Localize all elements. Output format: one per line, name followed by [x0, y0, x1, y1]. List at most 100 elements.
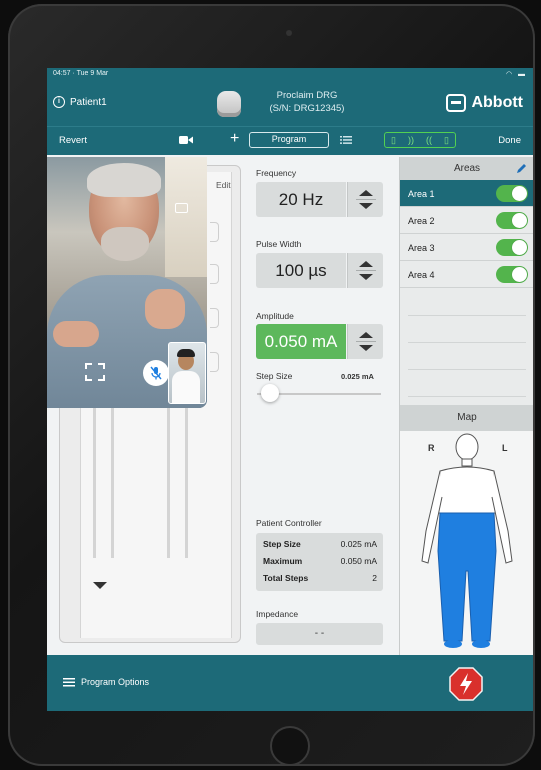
increase-arrow-icon[interactable]	[359, 261, 373, 267]
device-icon	[217, 91, 241, 117]
program-button[interactable]: Program	[249, 132, 329, 148]
row-value: 0.050 mA	[340, 556, 377, 566]
program-options-button[interactable]: Program Options	[63, 677, 149, 687]
table-row: Total Steps 2	[263, 573, 377, 587]
tablet-frame: 04:57 · Tue 9 Mar ◠ ▬ i Patient1 Proclai…	[8, 4, 535, 766]
stepper-divider	[356, 341, 376, 342]
decrease-arrow-icon[interactable]	[359, 203, 373, 209]
increase-arrow-icon[interactable]	[359, 332, 373, 338]
step-size-value: 0.025 mA	[341, 372, 374, 381]
fullscreen-icon[interactable]	[85, 363, 105, 381]
areas-panel: Areas Area 1 Area 2 Area 3 Area 4 Map R …	[399, 157, 533, 655]
done-button[interactable]: Done	[498, 135, 521, 146]
lead-contact[interactable]	[210, 308, 219, 328]
stop-stimulation-icon[interactable]	[449, 667, 483, 701]
area-row-3[interactable]: Area 3	[400, 234, 533, 261]
edit-button[interactable]: Edit	[216, 180, 231, 190]
list-icon[interactable]	[340, 136, 352, 144]
amplitude-value[interactable]: 0.050 mA	[256, 324, 346, 359]
pulse-width-value[interactable]: 100 µs	[256, 253, 346, 288]
area-toggle[interactable]	[496, 239, 528, 256]
frequency-value[interactable]: 20 Hz	[256, 182, 346, 217]
device-name: Proclaim DRG	[276, 90, 338, 101]
areas-title: Areas	[453, 163, 481, 174]
switch-camera-icon[interactable]	[175, 203, 188, 213]
list-icon	[63, 677, 75, 686]
area-label: Area 2	[408, 216, 435, 226]
area-label: Area 4	[408, 270, 435, 280]
lead-wire	[185, 408, 188, 558]
brand-name: Abbott	[471, 94, 523, 111]
row-key: Maximum	[263, 556, 303, 566]
lead-contact[interactable]	[210, 222, 219, 242]
patient-info-button[interactable]: i Patient1	[53, 96, 107, 108]
status-bar: 04:57 · Tue 9 Mar ◠ ▬	[47, 68, 533, 81]
add-program-icon[interactable]: +	[230, 130, 239, 148]
front-camera	[286, 30, 292, 36]
stepper-divider	[356, 270, 376, 271]
status-icon: ▯	[444, 134, 449, 145]
pencil-edit-icon[interactable]	[516, 162, 528, 174]
increase-arrow-icon[interactable]	[359, 190, 373, 196]
map-header: Map	[400, 405, 533, 431]
impedance-label: Impedance	[256, 609, 299, 619]
status-time: 04:57 · Tue 9 Mar	[53, 70, 109, 77]
area-row-4[interactable]: Area 4	[400, 261, 533, 288]
frequency-label: Frequency	[256, 168, 297, 178]
empty-row-divider	[408, 396, 526, 397]
wifi-battery-icon: ◠ ▬	[505, 71, 527, 78]
row-value: 2	[372, 573, 377, 583]
body-outline-icon	[421, 433, 513, 648]
amplitude-stepper[interactable]	[347, 324, 383, 359]
info-icon: i	[53, 96, 65, 108]
area-row-2[interactable]: Area 2	[400, 207, 533, 234]
area-row-1[interactable]: Area 1	[400, 180, 533, 207]
lead-contact[interactable]	[210, 352, 219, 372]
brand-logo: Abbott	[446, 94, 523, 112]
app-header: i Patient1 Proclaim DRG (S/N: DRG12345) …	[47, 81, 533, 126]
row-value: 0.025 mA	[340, 539, 377, 549]
decrease-arrow-icon[interactable]	[359, 274, 373, 280]
pulse-width-stepper[interactable]	[347, 253, 383, 288]
lead-wire	[93, 408, 96, 558]
toolbar: Revert + Program ▯ )) (( ▯ Done	[47, 126, 533, 155]
connection-status-group[interactable]: ▯ )) (( ▯	[384, 132, 456, 148]
wireless-icon: ((	[425, 135, 432, 145]
home-button[interactable]	[270, 726, 310, 766]
app-screen: 04:57 · Tue 9 Mar ◠ ▬ i Patient1 Proclai…	[47, 68, 533, 711]
device-info: Proclaim DRG (S/N: DRG12345)	[262, 89, 352, 115]
lead-contact[interactable]	[210, 264, 219, 284]
abbott-logo-icon	[446, 94, 467, 112]
decrease-arrow-icon[interactable]	[359, 345, 373, 351]
area-toggle[interactable]	[496, 266, 528, 283]
step-size-slider-thumb[interactable]	[261, 384, 280, 402]
impedance-value[interactable]: - -	[256, 623, 383, 645]
patient-controller-table: Step Size 0.025 mA Maximum 0.050 mA Tota…	[256, 533, 383, 591]
patient-controller-title: Patient Controller	[256, 518, 322, 528]
program-options-label: Program Options	[81, 677, 150, 687]
frequency-stepper[interactable]	[347, 182, 383, 217]
amplitude-label: Amplitude	[256, 311, 294, 321]
patient-name: Patient1	[70, 96, 107, 108]
remote-participant-beard	[101, 227, 149, 261]
revert-button[interactable]: Revert	[59, 135, 87, 146]
area-toggle[interactable]	[496, 185, 528, 202]
video-camera-icon[interactable]	[179, 135, 193, 145]
table-row: Maximum 0.050 mA	[263, 556, 377, 570]
mute-button[interactable]	[143, 360, 169, 386]
highlighted-pain-region	[437, 512, 497, 642]
body-map[interactable]: R L	[400, 431, 533, 655]
area-label: Area 1	[408, 189, 435, 199]
remote-participant-hand	[145, 289, 185, 329]
empty-row-divider	[408, 369, 526, 370]
step-size-label: Step Size	[256, 371, 293, 381]
video-call-window[interactable]	[47, 157, 207, 408]
self-view-thumbnail[interactable]	[168, 342, 206, 404]
table-row: Step Size 0.025 mA	[263, 539, 377, 553]
scroll-down-arrow-icon[interactable]	[93, 582, 107, 589]
area-toggle[interactable]	[496, 212, 528, 229]
lead-wire	[167, 408, 170, 558]
pulse-width-label: Pulse Width	[256, 239, 302, 249]
remote-participant-hand	[53, 321, 99, 347]
background-shelf	[165, 157, 207, 277]
